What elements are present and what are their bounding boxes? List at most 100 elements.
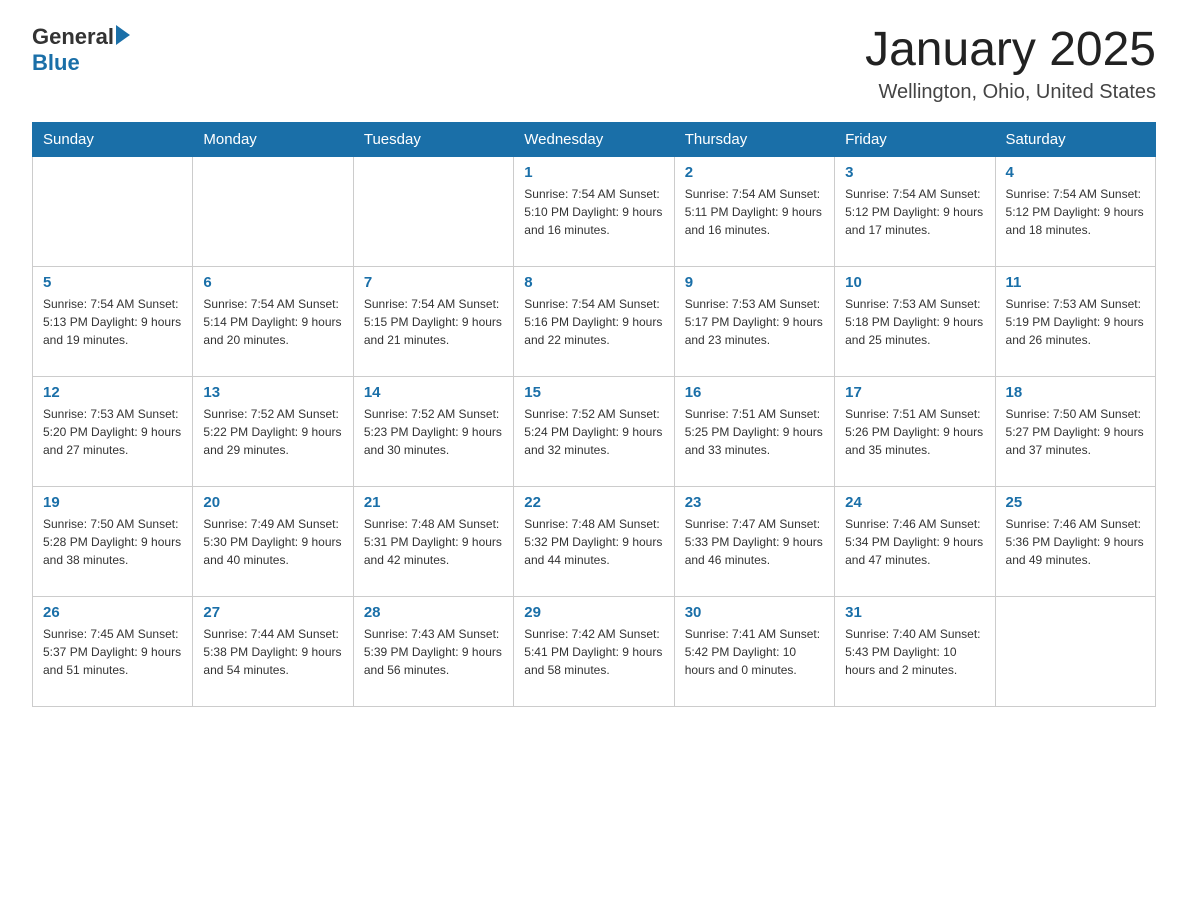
day-number: 13 xyxy=(203,384,342,401)
calendar-cell: 22 Sunrise: 7:48 AM Sunset: 5:32 PM Dayli… xyxy=(514,486,674,596)
day-info: Sunrise: 7:54 AM Sunset: 5:14 PM Dayligh… xyxy=(203,295,342,349)
day-info: Sunrise: 7:54 AM Sunset: 5:15 PM Dayligh… xyxy=(364,295,503,349)
day-info: Sunrise: 7:44 AM Sunset: 5:38 PM Dayligh… xyxy=(203,625,342,679)
calendar-cell: 7 Sunrise: 7:54 AM Sunset: 5:15 PM Daylig… xyxy=(353,266,513,376)
day-number: 11 xyxy=(1006,274,1145,291)
calendar-cell: 23 Sunrise: 7:47 AM Sunset: 5:33 PM Dayli… xyxy=(674,486,834,596)
day-info: Sunrise: 7:54 AM Sunset: 5:12 PM Dayligh… xyxy=(845,185,984,239)
calendar-cell: 24 Sunrise: 7:46 AM Sunset: 5:34 PM Dayli… xyxy=(835,486,995,596)
day-info: Sunrise: 7:46 AM Sunset: 5:36 PM Dayligh… xyxy=(1006,515,1145,569)
day-number: 10 xyxy=(845,274,984,291)
logo-arrow-icon xyxy=(116,25,130,45)
calendar-cell: 4Sunrise: 7:54 AM Sunset: 5:12 PM Daylig… xyxy=(995,156,1155,266)
day-number: 21 xyxy=(364,494,503,511)
day-number: 14 xyxy=(364,384,503,401)
day-number: 20 xyxy=(203,494,342,511)
calendar-cell: 31Sunrise: 7:40 AM Sunset: 5:43 PM Dayli… xyxy=(835,596,995,706)
day-info: Sunrise: 7:54 AM Sunset: 5:16 PM Dayligh… xyxy=(524,295,663,349)
weekday-header-friday: Friday xyxy=(835,122,995,156)
day-info: Sunrise: 7:49 AM Sunset: 5:30 PM Dayligh… xyxy=(203,515,342,569)
day-info: Sunrise: 7:53 AM Sunset: 5:17 PM Dayligh… xyxy=(685,295,824,349)
calendar-cell: 2Sunrise: 7:54 AM Sunset: 5:11 PM Daylig… xyxy=(674,156,834,266)
calendar-cell: 14 Sunrise: 7:52 AM Sunset: 5:23 PM Dayli… xyxy=(353,376,513,486)
calendar-cell: 17 Sunrise: 7:51 AM Sunset: 5:26 PM Dayli… xyxy=(835,376,995,486)
calendar-cell: 15Sunrise: 7:52 AM Sunset: 5:24 PM Dayli… xyxy=(514,376,674,486)
page-header: General Blue January 2025 Wellington, Oh… xyxy=(32,24,1156,104)
day-number: 24 xyxy=(845,494,984,511)
calendar-cell: 3 Sunrise: 7:54 AM Sunset: 5:12 PM Daylig… xyxy=(835,156,995,266)
calendar-week-row: 26 Sunrise: 7:45 AM Sunset: 5:37 PM Dayli… xyxy=(33,596,1156,706)
calendar-cell: 30 Sunrise: 7:41 AM Sunset: 5:42 PM Dayli… xyxy=(674,596,834,706)
day-number: 7 xyxy=(364,274,503,291)
day-number: 18 xyxy=(1006,384,1145,401)
day-number: 16 xyxy=(685,384,824,401)
day-info: Sunrise: 7:52 AM Sunset: 5:24 PM Dayligh… xyxy=(524,405,663,459)
day-info: Sunrise: 7:51 AM Sunset: 5:25 PM Dayligh… xyxy=(685,405,824,459)
day-number: 3 xyxy=(845,164,984,181)
calendar-cell xyxy=(353,156,513,266)
calendar-cell xyxy=(995,596,1155,706)
title-block: January 2025 Wellington, Ohio, United St… xyxy=(865,24,1156,104)
day-number: 22 xyxy=(524,494,663,511)
calendar-cell: 19 Sunrise: 7:50 AM Sunset: 5:28 PM Dayli… xyxy=(33,486,193,596)
calendar-cell: 26 Sunrise: 7:45 AM Sunset: 5:37 PM Dayli… xyxy=(33,596,193,706)
day-info: Sunrise: 7:43 AM Sunset: 5:39 PM Dayligh… xyxy=(364,625,503,679)
day-number: 25 xyxy=(1006,494,1145,511)
calendar-week-row: 1 Sunrise: 7:54 AM Sunset: 5:10 PM Daylig… xyxy=(33,156,1156,266)
calendar-cell: 10 Sunrise: 7:53 AM Sunset: 5:18 PM Dayli… xyxy=(835,266,995,376)
calendar-cell: 5 Sunrise: 7:54 AM Sunset: 5:13 PM Daylig… xyxy=(33,266,193,376)
day-info: Sunrise: 7:52 AM Sunset: 5:22 PM Dayligh… xyxy=(203,405,342,459)
day-number: 23 xyxy=(685,494,824,511)
day-info: Sunrise: 7:54 AM Sunset: 5:13 PM Dayligh… xyxy=(43,295,182,349)
weekday-header-row: SundayMondayTuesdayWednesdayThursdayFrid… xyxy=(33,122,1156,156)
day-number: 1 xyxy=(524,164,663,181)
day-info: Sunrise: 7:41 AM Sunset: 5:42 PM Dayligh… xyxy=(685,625,824,679)
day-number: 9 xyxy=(685,274,824,291)
calendar-cell: 6 Sunrise: 7:54 AM Sunset: 5:14 PM Daylig… xyxy=(193,266,353,376)
day-number: 29 xyxy=(524,604,663,621)
day-number: 26 xyxy=(43,604,182,621)
calendar-cell: 27Sunrise: 7:44 AM Sunset: 5:38 PM Dayli… xyxy=(193,596,353,706)
weekday-header-wednesday: Wednesday xyxy=(514,122,674,156)
calendar-cell: 28 Sunrise: 7:43 AM Sunset: 5:39 PM Dayli… xyxy=(353,596,513,706)
weekday-header-saturday: Saturday xyxy=(995,122,1155,156)
day-info: Sunrise: 7:47 AM Sunset: 5:33 PM Dayligh… xyxy=(685,515,824,569)
day-info: Sunrise: 7:48 AM Sunset: 5:32 PM Dayligh… xyxy=(524,515,663,569)
day-info: Sunrise: 7:53 AM Sunset: 5:19 PM Dayligh… xyxy=(1006,295,1145,349)
day-number: 12 xyxy=(43,384,182,401)
weekday-header-tuesday: Tuesday xyxy=(353,122,513,156)
day-number: 8 xyxy=(524,274,663,291)
calendar-cell: 20 Sunrise: 7:49 AM Sunset: 5:30 PM Dayli… xyxy=(193,486,353,596)
calendar-cell: 18 Sunrise: 7:50 AM Sunset: 5:27 PM Dayli… xyxy=(995,376,1155,486)
calendar-cell: 21 Sunrise: 7:48 AM Sunset: 5:31 PM Dayli… xyxy=(353,486,513,596)
calendar-cell: 13 Sunrise: 7:52 AM Sunset: 5:22 PM Dayli… xyxy=(193,376,353,486)
logo-blue-text: Blue xyxy=(32,50,80,76)
day-info: Sunrise: 7:54 AM Sunset: 5:11 PM Dayligh… xyxy=(685,185,824,239)
day-info: Sunrise: 7:52 AM Sunset: 5:23 PM Dayligh… xyxy=(364,405,503,459)
day-info: Sunrise: 7:51 AM Sunset: 5:26 PM Dayligh… xyxy=(845,405,984,459)
day-info: Sunrise: 7:48 AM Sunset: 5:31 PM Dayligh… xyxy=(364,515,503,569)
day-info: Sunrise: 7:54 AM Sunset: 5:10 PM Dayligh… xyxy=(524,185,663,239)
day-number: 17 xyxy=(845,384,984,401)
calendar-cell: 11 Sunrise: 7:53 AM Sunset: 5:19 PM Dayli… xyxy=(995,266,1155,376)
day-info: Sunrise: 7:50 AM Sunset: 5:27 PM Dayligh… xyxy=(1006,405,1145,459)
day-number: 28 xyxy=(364,604,503,621)
day-info: Sunrise: 7:45 AM Sunset: 5:37 PM Dayligh… xyxy=(43,625,182,679)
calendar-week-row: 12Sunrise: 7:53 AM Sunset: 5:20 PM Dayli… xyxy=(33,376,1156,486)
day-number: 6 xyxy=(203,274,342,291)
calendar-cell: 1 Sunrise: 7:54 AM Sunset: 5:10 PM Daylig… xyxy=(514,156,674,266)
day-info: Sunrise: 7:42 AM Sunset: 5:41 PM Dayligh… xyxy=(524,625,663,679)
day-number: 4 xyxy=(1006,164,1145,181)
day-info: Sunrise: 7:53 AM Sunset: 5:18 PM Dayligh… xyxy=(845,295,984,349)
day-info: Sunrise: 7:46 AM Sunset: 5:34 PM Dayligh… xyxy=(845,515,984,569)
day-number: 30 xyxy=(685,604,824,621)
day-number: 31 xyxy=(845,604,984,621)
day-number: 19 xyxy=(43,494,182,511)
weekday-header-sunday: Sunday xyxy=(33,122,193,156)
calendar-cell xyxy=(193,156,353,266)
day-info: Sunrise: 7:50 AM Sunset: 5:28 PM Dayligh… xyxy=(43,515,182,569)
calendar-cell xyxy=(33,156,193,266)
day-number: 5 xyxy=(43,274,182,291)
calendar-cell: 8 Sunrise: 7:54 AM Sunset: 5:16 PM Daylig… xyxy=(514,266,674,376)
calendar-cell: 9 Sunrise: 7:53 AM Sunset: 5:17 PM Daylig… xyxy=(674,266,834,376)
